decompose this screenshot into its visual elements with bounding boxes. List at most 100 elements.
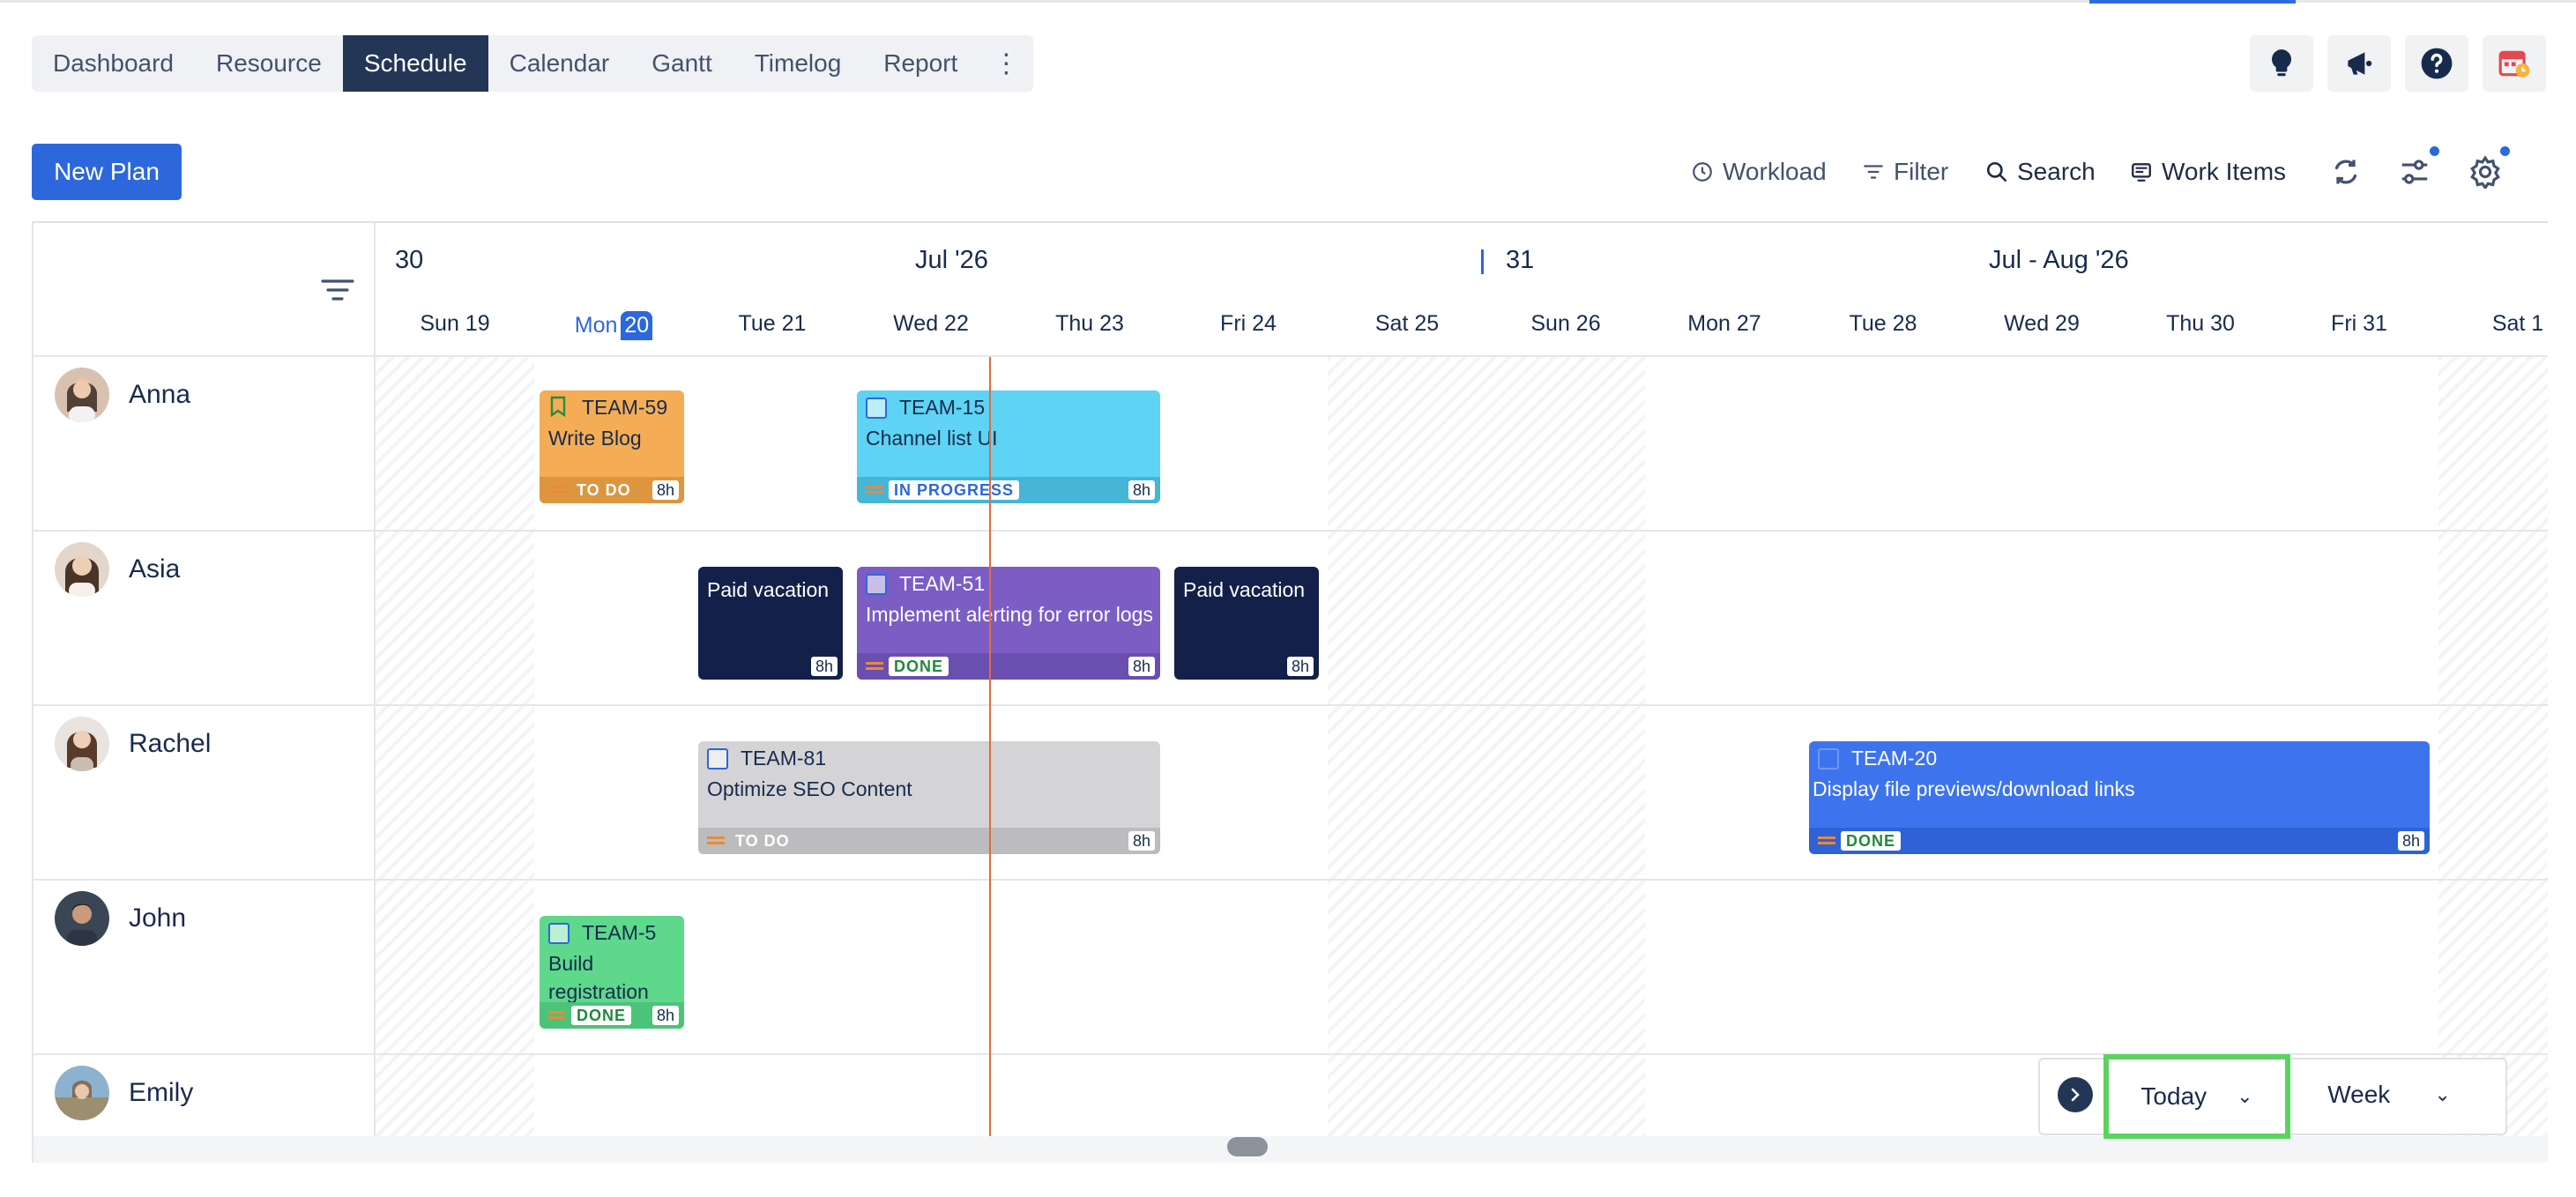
task-card-team-51[interactable]: TEAM-51 Implement alerting for error log… [857, 567, 1160, 680]
day-label: Mon 27 [1687, 311, 1761, 336]
new-plan-button[interactable]: New Plan [32, 144, 182, 200]
vacation-card[interactable]: Paid vacation 8h [698, 567, 843, 680]
hours-badge: 8h [1128, 831, 1155, 851]
tab-resource[interactable]: Resource [195, 35, 343, 92]
help-icon[interactable] [2405, 35, 2468, 92]
day-label: Tue 21 [738, 311, 807, 336]
filter-button[interactable]: Filter [1862, 152, 1948, 192]
task-key: TEAM-81 [741, 747, 827, 770]
search-icon [1986, 161, 2007, 182]
checkbox-icon [1818, 748, 1839, 770]
day-label: Tue 28 [1849, 311, 1917, 336]
task-key: TEAM-51 [899, 572, 986, 595]
day-label: Thu 23 [1055, 311, 1124, 336]
lightbulb-icon[interactable] [2250, 35, 2313, 92]
priority-icon [548, 1016, 566, 1019]
hours-badge: 8h [810, 657, 838, 676]
task-title: Display file previews/download links [1813, 777, 2135, 800]
person-row-rachel[interactable]: Rachel [55, 717, 211, 771]
tab-dashboard[interactable]: Dashboard [32, 35, 195, 92]
today-badge: 20 [621, 311, 653, 340]
day-label: Fri 24 [1220, 311, 1277, 336]
gear-icon[interactable] [2465, 152, 2505, 192]
hours-badge: 8h [1128, 657, 1155, 676]
view-label: Week [2327, 1081, 2391, 1108]
hours-badge: 8h [1128, 480, 1155, 500]
status-badge: IN PROGRESS [889, 480, 1020, 500]
megaphone-icon[interactable] [2327, 35, 2391, 92]
weekend-shade [1328, 357, 1645, 1163]
task-card-team-20[interactable]: TEAM-20 Display file previews/download l… [1809, 741, 2430, 854]
row-divider [34, 879, 374, 881]
person-row-anna[interactable]: Anna [55, 368, 190, 422]
avatar [55, 891, 109, 946]
tab-calendar[interactable]: Calendar [488, 35, 631, 92]
vacation-title: Paid vacation [1183, 578, 1306, 601]
task-footer: IN PROGRESS 8h [857, 477, 1160, 503]
status-badge: TO DO [571, 480, 637, 500]
priority-icon [866, 667, 883, 670]
avatar [55, 717, 109, 771]
search-button[interactable]: Search [1985, 152, 2096, 192]
today-day-name: Mon [574, 313, 618, 338]
person-row-emily[interactable]: Emily [55, 1066, 193, 1120]
task-card-team-59[interactable]: TEAM-59 Write Blog TO DO 8h [540, 390, 684, 503]
hours-badge: 8h [2397, 831, 2424, 851]
today-button[interactable]: Today ⌄ [2103, 1054, 2290, 1139]
task-card-team-81[interactable]: TEAM-81 Optimize SEO Content TO DO 8h [698, 741, 1160, 854]
adjust-settings-icon[interactable] [2394, 152, 2435, 192]
horizontal-scrollbar-track[interactable] [34, 1136, 2548, 1163]
notification-dot [2430, 146, 2439, 156]
avatar [55, 542, 109, 597]
notification-dot [2500, 146, 2510, 156]
avatar [55, 1066, 109, 1120]
hours-badge: 8h [1286, 657, 1314, 676]
task-card-team-5[interactable]: TEAM-5 Build registration DONE 8h [540, 916, 684, 1029]
people-sidebar: Anna Asia Rachel John Emily [34, 223, 376, 1163]
task-key: TEAM-59 [582, 396, 668, 419]
task-footer: TO DO 8h [540, 477, 684, 503]
person-name: Anna [129, 380, 191, 409]
task-title: Write Blog [548, 427, 642, 450]
tab-gantt[interactable]: Gantt [630, 35, 733, 92]
avatar [55, 368, 109, 422]
person-row-john[interactable]: John [55, 891, 186, 946]
work-items-button[interactable]: Work Items [2130, 152, 2286, 192]
checkbox-icon [707, 748, 728, 770]
task-footer: DONE 8h [540, 1002, 684, 1029]
tab-report[interactable]: Report [862, 35, 979, 92]
priority-icon [866, 491, 883, 494]
horizontal-scrollbar-thumb[interactable] [1227, 1137, 1268, 1156]
today-label: Today [2140, 1082, 2207, 1110]
chevron-down-icon: ⌄ [2237, 1085, 2253, 1107]
day-label: Sat 1 [2491, 311, 2544, 336]
status-badge: DONE [1841, 831, 1902, 851]
timeline-header: 30 Jul '26 31 Jul - Aug '26 Sun 19 Mon 20… [376, 223, 2548, 357]
day-label: Wed 22 [893, 311, 969, 336]
row-divider [376, 879, 2548, 881]
workload-button[interactable]: Workload [1691, 152, 1827, 192]
person-name: John [129, 903, 187, 933]
tab-timelog[interactable]: Timelog [733, 35, 863, 92]
row-divider [34, 704, 374, 706]
row-divider [34, 530, 374, 532]
vacation-card[interactable]: Paid vacation 8h [1174, 567, 1319, 680]
view-select-week[interactable]: Week ⌄ [2292, 1059, 2486, 1130]
row-divider [376, 704, 2548, 706]
refresh-icon[interactable] [2326, 152, 2366, 192]
tab-schedule[interactable]: Schedule [342, 35, 488, 92]
next-arrow-icon[interactable] [2058, 1077, 2093, 1112]
task-title: Implement alerting for error logs [866, 603, 1153, 626]
month-label: Jul - Aug '26 [1989, 246, 2129, 274]
chevron-down-icon: ⌄ [2434, 1083, 2451, 1105]
day-label: Sat 25 [1374, 311, 1440, 336]
sort-filter-icon[interactable] [321, 278, 354, 304]
calendar-clock-icon[interactable] [2483, 35, 2546, 92]
person-row-asia[interactable]: Asia [55, 542, 180, 597]
day-label: Sun 19 [420, 311, 490, 336]
day-label: Wed 29 [2004, 311, 2080, 336]
weekend-shade [2438, 357, 2548, 1163]
main-tabs: Dashboard Resource Schedule Calendar Gan… [32, 35, 1034, 92]
task-card-team-15[interactable]: TEAM-15 Channel list UI IN PROGRESS 8h [857, 390, 1160, 503]
more-tabs-icon[interactable]: ⋮ [979, 35, 1033, 92]
